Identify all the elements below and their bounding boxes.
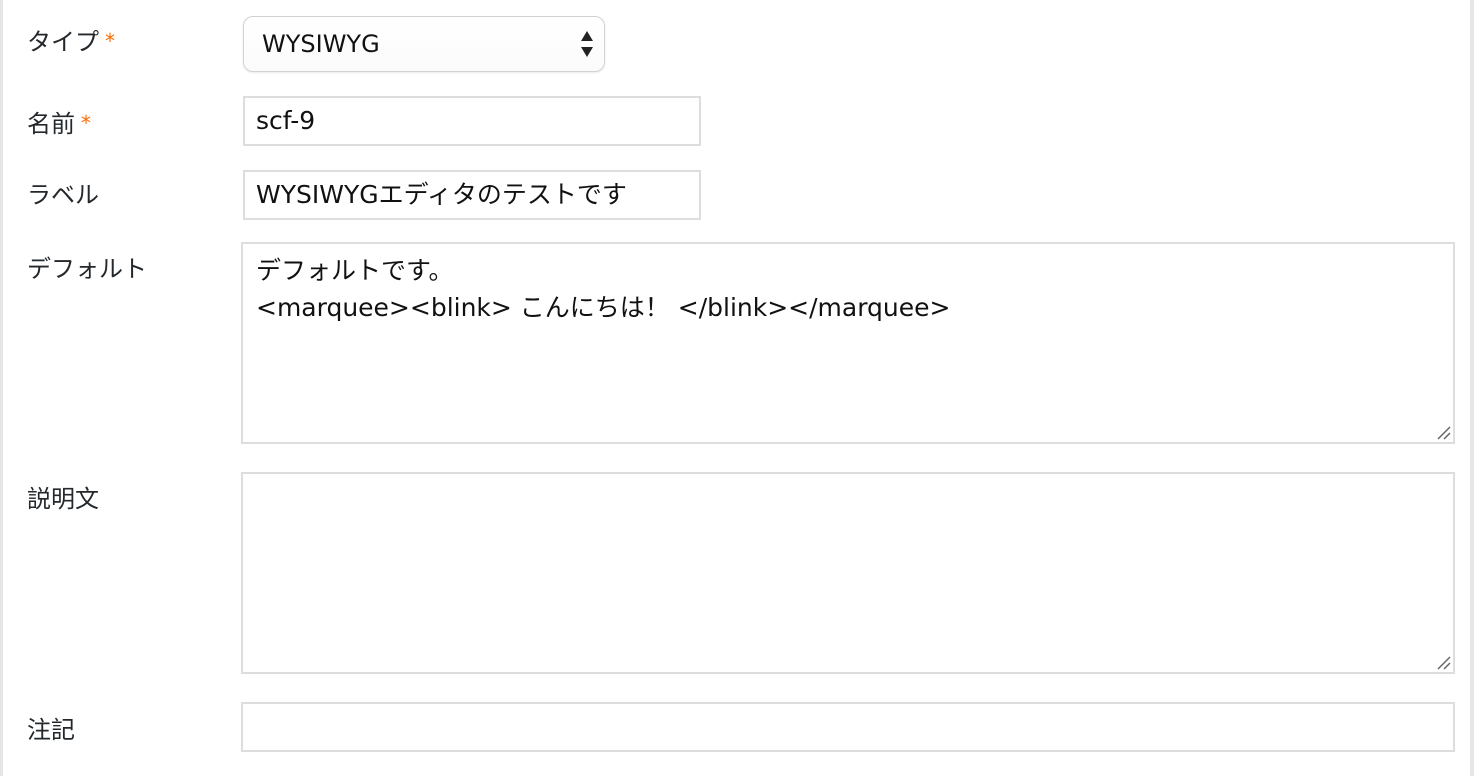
default-line-2: <marquee><blink> こんにちは！ </blink></marque…: [256, 293, 951, 322]
type-select-value: WYSIWYG: [262, 30, 380, 58]
select-arrows-icon: [581, 31, 593, 57]
notes-input[interactable]: [241, 702, 1455, 752]
name-label-text: 名前: [27, 110, 75, 138]
description-textarea[interactable]: [241, 472, 1455, 674]
resize-handle-icon[interactable]: [1435, 654, 1451, 670]
settings-panel: タイプ * WYSIWYG 名前 * scf-9 ラベル WYSIWYGエディタのテ…: [0, 0, 1474, 776]
name-label: 名前 *: [27, 112, 91, 136]
default-line-1: デフォルトです。: [256, 256, 454, 285]
type-label: タイプ *: [27, 30, 115, 54]
description-label: 説明文: [27, 485, 99, 513]
type-label-text: タイプ: [27, 28, 99, 56]
display-label-input[interactable]: WYSIWYGエディタのテストです: [243, 170, 701, 220]
display-label-label: ラベル: [27, 181, 99, 209]
default-textarea[interactable]: デフォルトです。 <marquee><blink> こんにちは！ </blink…: [241, 242, 1455, 444]
name-input[interactable]: scf-9: [243, 96, 701, 146]
resize-handle-icon[interactable]: [1435, 424, 1451, 440]
type-select[interactable]: WYSIWYG: [243, 16, 605, 72]
notes-label: 注記: [27, 716, 75, 744]
default-label: デフォルト: [27, 255, 147, 283]
name-required-mark: *: [81, 111, 91, 135]
type-required-mark: *: [105, 29, 115, 53]
